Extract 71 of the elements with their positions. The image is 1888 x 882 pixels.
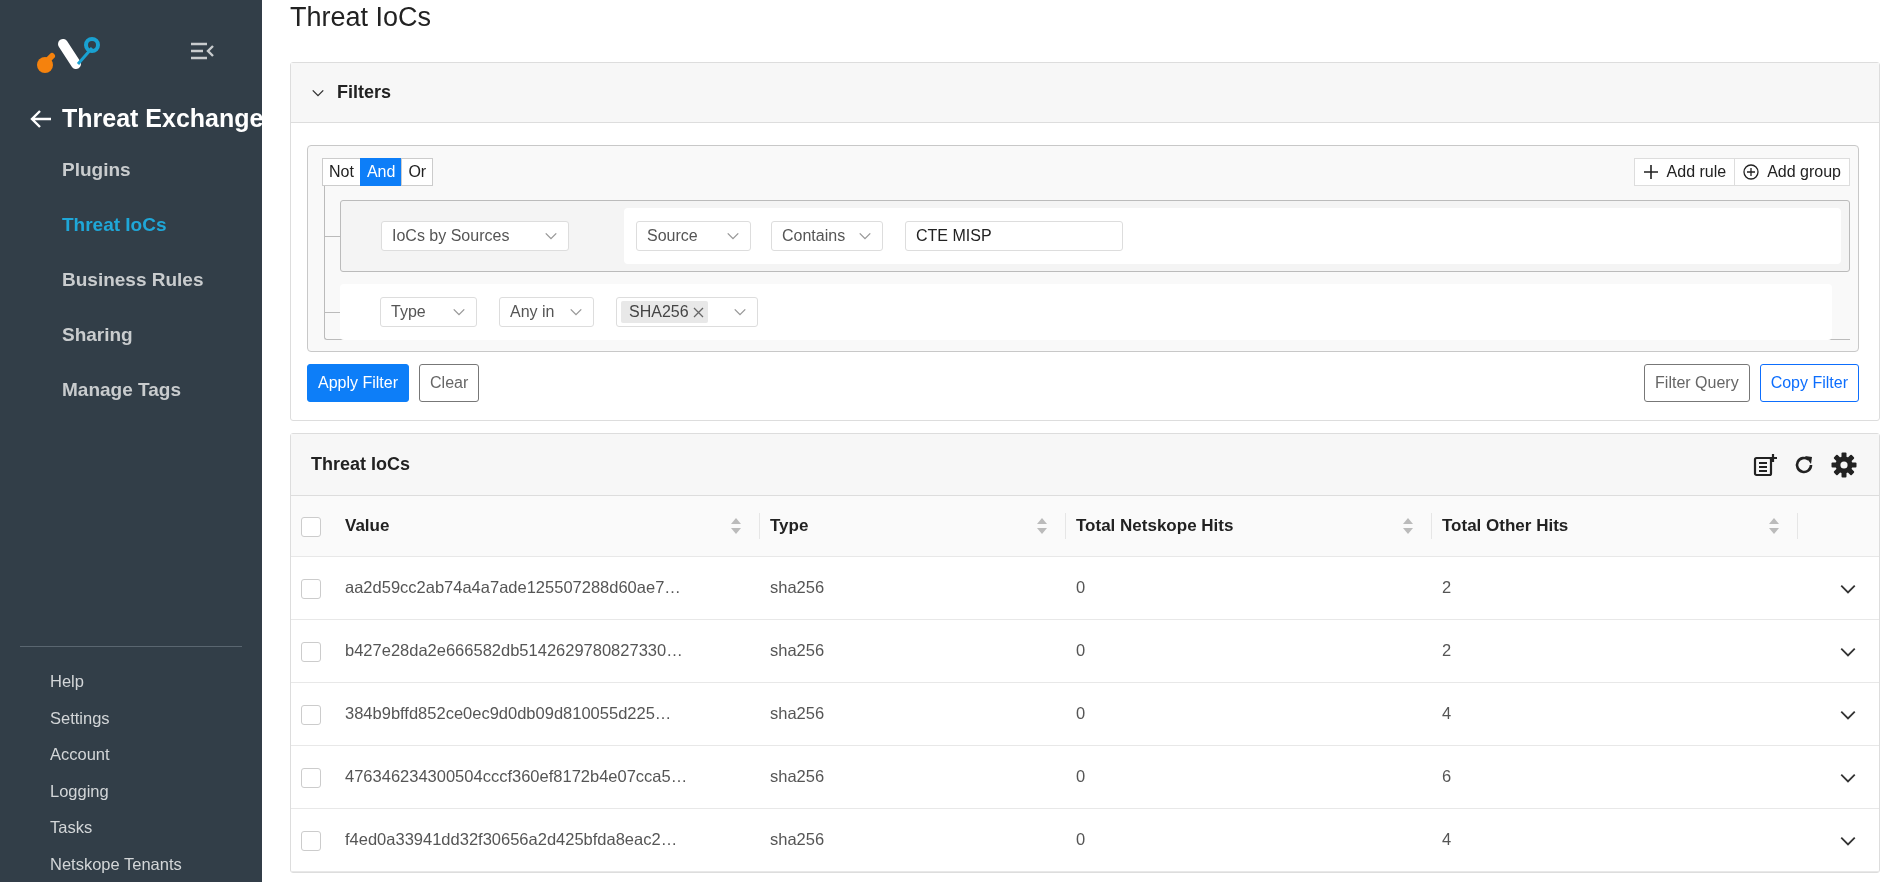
- refresh-icon[interactable]: [1793, 453, 1815, 476]
- sidebar-item[interactable]: Business Rules: [62, 251, 262, 307]
- condition-toggle[interactable]: And: [359, 158, 403, 186]
- operator-select[interactable]: Any in: [499, 297, 594, 327]
- table-cell: sha256: [770, 767, 825, 786]
- table-cell: sha256: [770, 641, 825, 660]
- table-cell: 0: [1076, 578, 1086, 597]
- condition-toggle[interactable]: Or: [401, 158, 434, 186]
- action-button[interactable]: Apply Filter: [307, 364, 410, 402]
- tag-chip[interactable]: SHA256: [621, 301, 708, 323]
- table-cell: sha256: [770, 830, 825, 849]
- sidebar-item[interactable]: Threat IoCs: [62, 196, 262, 252]
- sidebar-link[interactable]: Netskope Tenants: [50, 845, 182, 882]
- value-field[interactable]: CTE MISP: [905, 221, 1123, 251]
- sidebar-link[interactable]: Account: [50, 736, 110, 773]
- page-title: Threat IoCs: [290, 2, 433, 32]
- field-select[interactable]: Source: [636, 221, 751, 251]
- menu-collapse-icon[interactable]: [190, 42, 214, 60]
- field-select[interactable]: IoCs by Sources: [381, 221, 569, 251]
- operator-select[interactable]: Contains: [771, 221, 883, 251]
- arrow-left-icon: [30, 108, 52, 129]
- table-cell: 4: [1442, 830, 1452, 849]
- condition-toggle[interactable]: Not: [322, 158, 361, 186]
- row-checkbox[interactable]: [301, 767, 321, 788]
- sidebar-link[interactable]: Settings: [50, 699, 110, 737]
- plus-circle-icon: [1743, 164, 1760, 180]
- sidebar-item[interactable]: Plugins: [62, 141, 262, 197]
- table-cell: 4: [1442, 704, 1452, 723]
- settings-icon[interactable]: [1831, 451, 1857, 478]
- action-button[interactable]: Clear: [419, 364, 480, 402]
- sidebar-link[interactable]: Logging: [50, 772, 109, 810]
- row-checkbox[interactable]: [301, 578, 321, 599]
- table-cell: 476346234300504cccf360ef8172b4e07cca5…: [345, 767, 688, 786]
- table-cell: f4ed0a33941dd32f30656a2d425bfda8eac2…: [345, 830, 678, 849]
- field-select[interactable]: Type: [380, 297, 477, 327]
- select-all-checkbox[interactable]: [301, 516, 321, 537]
- table-cell: 0: [1076, 641, 1086, 660]
- sidebar-item[interactable]: Sharing: [62, 306, 262, 362]
- sidebar-link[interactable]: Tasks: [50, 809, 93, 846]
- table-cell: aa2d59cc2ab74a4a7ade125507288d60ae7…: [345, 578, 681, 597]
- plus-icon: [1642, 164, 1659, 180]
- column-header[interactable]: Type: [770, 513, 809, 539]
- add-list-icon[interactable]: [1753, 452, 1777, 477]
- table-cell: sha256: [770, 578, 825, 597]
- action-button[interactable]: Copy Filter: [1759, 364, 1859, 402]
- table-cell: 2: [1442, 641, 1452, 660]
- add-group-button[interactable]: Add group: [1734, 158, 1850, 186]
- filters-header[interactable]: Filters: [291, 63, 1879, 123]
- column-header[interactable]: Total Netskope Hits: [1076, 513, 1234, 539]
- logo: [36, 34, 102, 74]
- action-button[interactable]: Filter Query: [1644, 364, 1750, 402]
- row-checkbox[interactable]: [301, 641, 321, 662]
- table-cell: 0: [1076, 704, 1086, 723]
- row-checkbox[interactable]: [301, 830, 321, 851]
- column-header[interactable]: Value: [345, 513, 390, 539]
- close-icon[interactable]: [692, 306, 704, 318]
- column-header[interactable]: Total Other Hits: [1442, 513, 1569, 539]
- add-rule-button[interactable]: Add rule: [1633, 158, 1736, 186]
- table-cell: 0: [1076, 830, 1086, 849]
- sidebar-item[interactable]: Manage Tags: [62, 361, 262, 417]
- table-title: Threat IoCs: [311, 453, 411, 476]
- row-checkbox[interactable]: [301, 704, 321, 725]
- table-cell: sha256: [770, 704, 825, 723]
- table-cell: 6: [1442, 767, 1452, 786]
- table-cell: 0: [1076, 767, 1086, 786]
- table-cell: b427e28da2e666582db5142629780827330…: [345, 641, 683, 660]
- back-link[interactable]: Threat Exchange: [30, 100, 264, 138]
- multi-select[interactable]: SHA256: [616, 297, 758, 327]
- table-cell: 384b9bffd852ce0ec9d0db09d810055d225…: [345, 704, 672, 723]
- sidebar-link[interactable]: Help: [50, 663, 84, 700]
- table-cell: 2: [1442, 578, 1452, 597]
